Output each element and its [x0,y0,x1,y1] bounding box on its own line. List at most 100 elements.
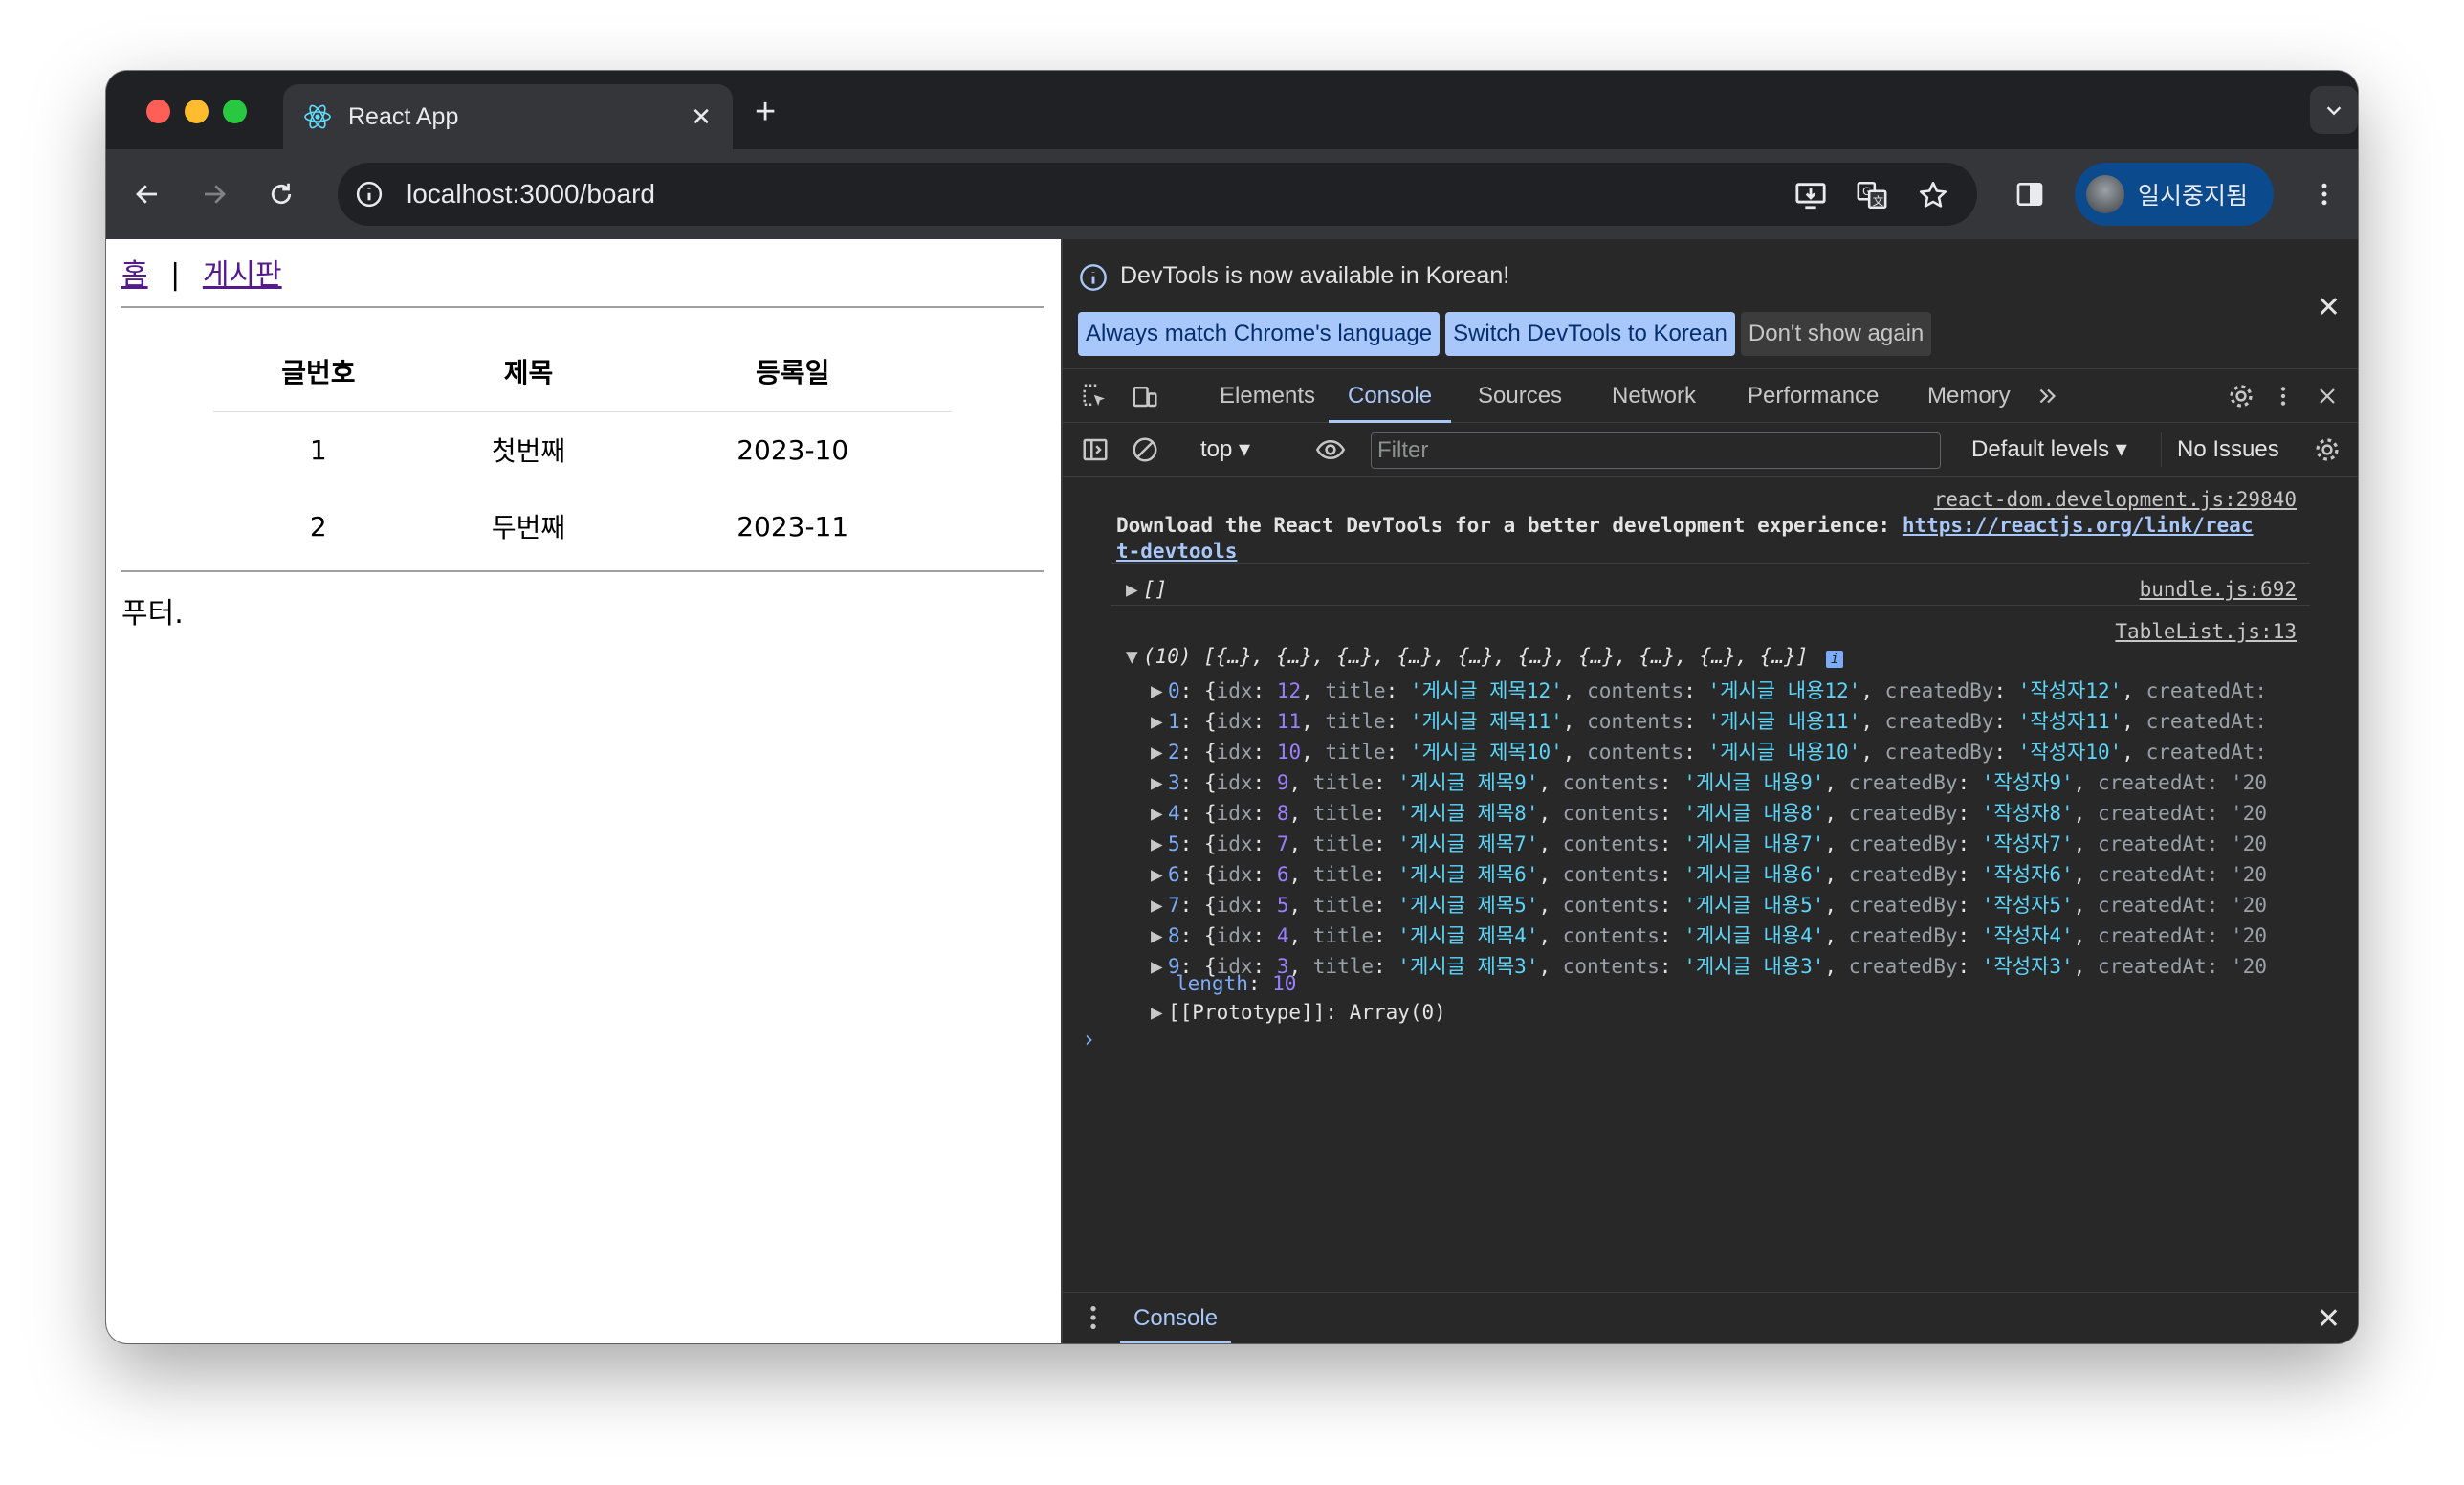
devtools-doc-link-cont[interactable]: t-devtools [1116,540,1237,563]
tab-close-icon[interactable]: ✕ [691,101,712,132]
array-item-row[interactable]: ▶ 2: {idx: 10, title: '게시글 제목10', content… [1151,737,2267,765]
array-item-row[interactable]: ▶ 6: {idx: 6, title: '게시글 제목6', contents:… [1151,859,2267,888]
side-panel-icon[interactable] [2012,176,2048,212]
expand-triangle-icon[interactable]: ▶ [1151,894,1168,917]
array-item-row[interactable]: ▶ 1: {idx: 11, title: '게시글 제목11', content… [1151,706,2267,735]
more-vert-icon[interactable] [1084,1302,1103,1338]
item-key: title [1312,771,1374,794]
info-icon[interactable] [353,178,385,211]
log-levels-dropdown[interactable]: Default levels ▾ [1971,432,2127,467]
tab-elements[interactable]: Elements [1220,369,1315,423]
expand-triangle-icon[interactable]: ▶ [1151,1001,1168,1024]
tab-search-button[interactable] [2310,86,2358,134]
forward-arrow-icon[interactable] [196,176,232,212]
always-match-language-button[interactable]: Always match Chrome's language [1078,312,1441,356]
cell-date: 2023-10 [737,433,849,466]
tab-performance[interactable]: Performance [1748,369,1879,423]
minimize-window-button[interactable] [185,100,209,123]
array-item-row[interactable]: ▶ 8: {idx: 4, title: '게시글 제목4', contents:… [1151,920,2267,949]
console-message[interactable]: ▼ (10) [{…}, {…}, {…}, {…}, {…}, {…}, {…}… [1126,645,2358,668]
array-item-row[interactable]: ▶ 3: {idx: 9, title: '게시글 제목9', contents:… [1151,767,2267,796]
star-icon[interactable] [1916,178,1950,212]
issues-counter[interactable]: No Issues [2161,432,2279,467]
column-header-number: 글번호 [213,331,424,412]
info-badge-icon[interactable]: i [1826,651,1844,668]
table-row[interactable]: 1 첫번째 2023-10 [213,411,952,488]
eye-icon[interactable] [1313,432,1348,467]
source-link[interactable]: react-dom.development.js:29840 [1934,488,2297,511]
avatar [2086,175,2124,213]
item-key: contents [1562,955,1660,978]
back-arrow-icon[interactable] [129,176,165,212]
console-settings-gear-icon[interactable] [2310,432,2344,467]
item-key: createdBy [1848,924,1958,947]
close-icon[interactable] [2310,379,2344,413]
item-createdby-value: '작성자9' [1981,771,2074,794]
table-row[interactable]: 2 두번째 2023-11 [213,488,952,565]
clear-console-icon[interactable] [1128,432,1162,467]
array-item-row[interactable]: ▶ 4: {idx: 8, title: '게시글 제목8', contents:… [1151,798,2267,827]
item-contents-value: '게시글 내용4' [1683,924,1825,947]
nav-home-link[interactable]: 홈 [121,258,148,292]
item-index: 8 [1168,924,1180,947]
browser-tab[interactable]: React App ✕ [283,84,733,149]
translate-icon[interactable]: G文 [1855,178,1889,212]
context-selector[interactable]: top ▾ [1200,432,1250,467]
array-item-row[interactable]: ▶ 9: {idx: 3, title: '게시글 제목3', contents:… [1151,951,2267,980]
nav-board-link[interactable]: 게시판 [203,258,282,292]
tab-console[interactable]: Console [1328,369,1452,423]
item-punct: : { [1179,802,1217,825]
new-tab-button[interactable]: + [755,94,776,130]
more-vert-icon[interactable] [2266,379,2300,413]
prototype-property[interactable]: ▶ [[Prototype]]: Array(0) [1151,1001,1446,1024]
devtools-language-infobar: DevTools is now available in Korean! Alw… [1063,239,2358,369]
sidebar-toggle-icon[interactable] [1078,432,1112,467]
item-index: 5 [1168,832,1180,855]
collapse-triangle-icon[interactable]: ▼ [1126,645,1143,668]
source-link[interactable]: bundle.js:692 [2140,578,2297,601]
expand-triangle-icon[interactable]: ▶ [1151,741,1168,764]
array-item-row[interactable]: ▶ 7: {idx: 5, title: '게시글 제목5', contents:… [1151,890,2267,919]
more-tabs-icon[interactable] [2031,379,2065,413]
tab-network[interactable]: Network [1612,369,1696,423]
profile-button[interactable]: 일시중지됨 [2075,163,2274,226]
item-createdby-value: '작성자6' [1981,863,2074,886]
close-icon[interactable]: ✕ [2317,291,2341,324]
console-filter-input[interactable]: Filter [1371,432,1941,469]
devtools-doc-link[interactable]: https://reactjs.org/link/reac [1903,514,2254,537]
close-window-button[interactable] [146,100,170,123]
install-icon[interactable] [1793,178,1828,212]
source-link[interactable]: TableList.js:13 [2115,620,2297,643]
expand-triangle-icon[interactable]: ▶ [1151,924,1168,947]
item-title-value: '게시글 제목8' [1397,802,1539,825]
tab-memory[interactable]: Memory [1927,369,2011,423]
expand-triangle-icon[interactable]: ▶ [1126,578,1143,601]
maximize-window-button[interactable] [223,100,247,123]
drawer-tab-console[interactable]: Console [1119,1293,1232,1343]
address-bar[interactable]: localhost:3000/board G文 [338,163,1977,226]
array-item-row[interactable]: ▶ 5: {idx: 7, title: '게시글 제목7', contents:… [1151,829,2267,857]
expand-triangle-icon[interactable]: ▶ [1151,832,1168,855]
item-createdby-value: '작성자10' [2017,741,2123,764]
close-icon[interactable]: ✕ [2317,1302,2341,1336]
reload-icon[interactable] [263,176,299,212]
expand-triangle-icon[interactable]: ▶ [1151,771,1168,794]
dont-show-again-button[interactable]: Don't show again [1740,312,1932,356]
expand-triangle-icon[interactable]: ▶ [1151,802,1168,825]
expand-triangle-icon[interactable]: ▶ [1151,679,1168,702]
inspect-icon[interactable] [1078,379,1112,413]
array-item-row[interactable]: ▶ 0: {idx: 12, title: '게시글 제목12', content… [1151,676,2267,704]
item-tail: createdAt: '20 [2097,955,2267,978]
expand-triangle-icon[interactable]: ▶ [1151,863,1168,886]
more-vert-icon[interactable] [2306,176,2343,212]
device-toggle-icon[interactable] [1128,379,1162,413]
switch-to-korean-button[interactable]: Switch DevTools to Korean [1445,312,1735,356]
item-key: contents [1587,741,1684,764]
item-key: createdBy [1848,955,1958,978]
footer-divider [121,570,1044,572]
console-prompt-icon[interactable]: › [1082,1026,1095,1053]
settings-gear-icon[interactable] [2224,379,2258,413]
expand-triangle-icon[interactable]: ▶ [1151,955,1168,978]
tab-sources[interactable]: Sources [1478,369,1562,423]
expand-triangle-icon[interactable]: ▶ [1151,710,1168,733]
